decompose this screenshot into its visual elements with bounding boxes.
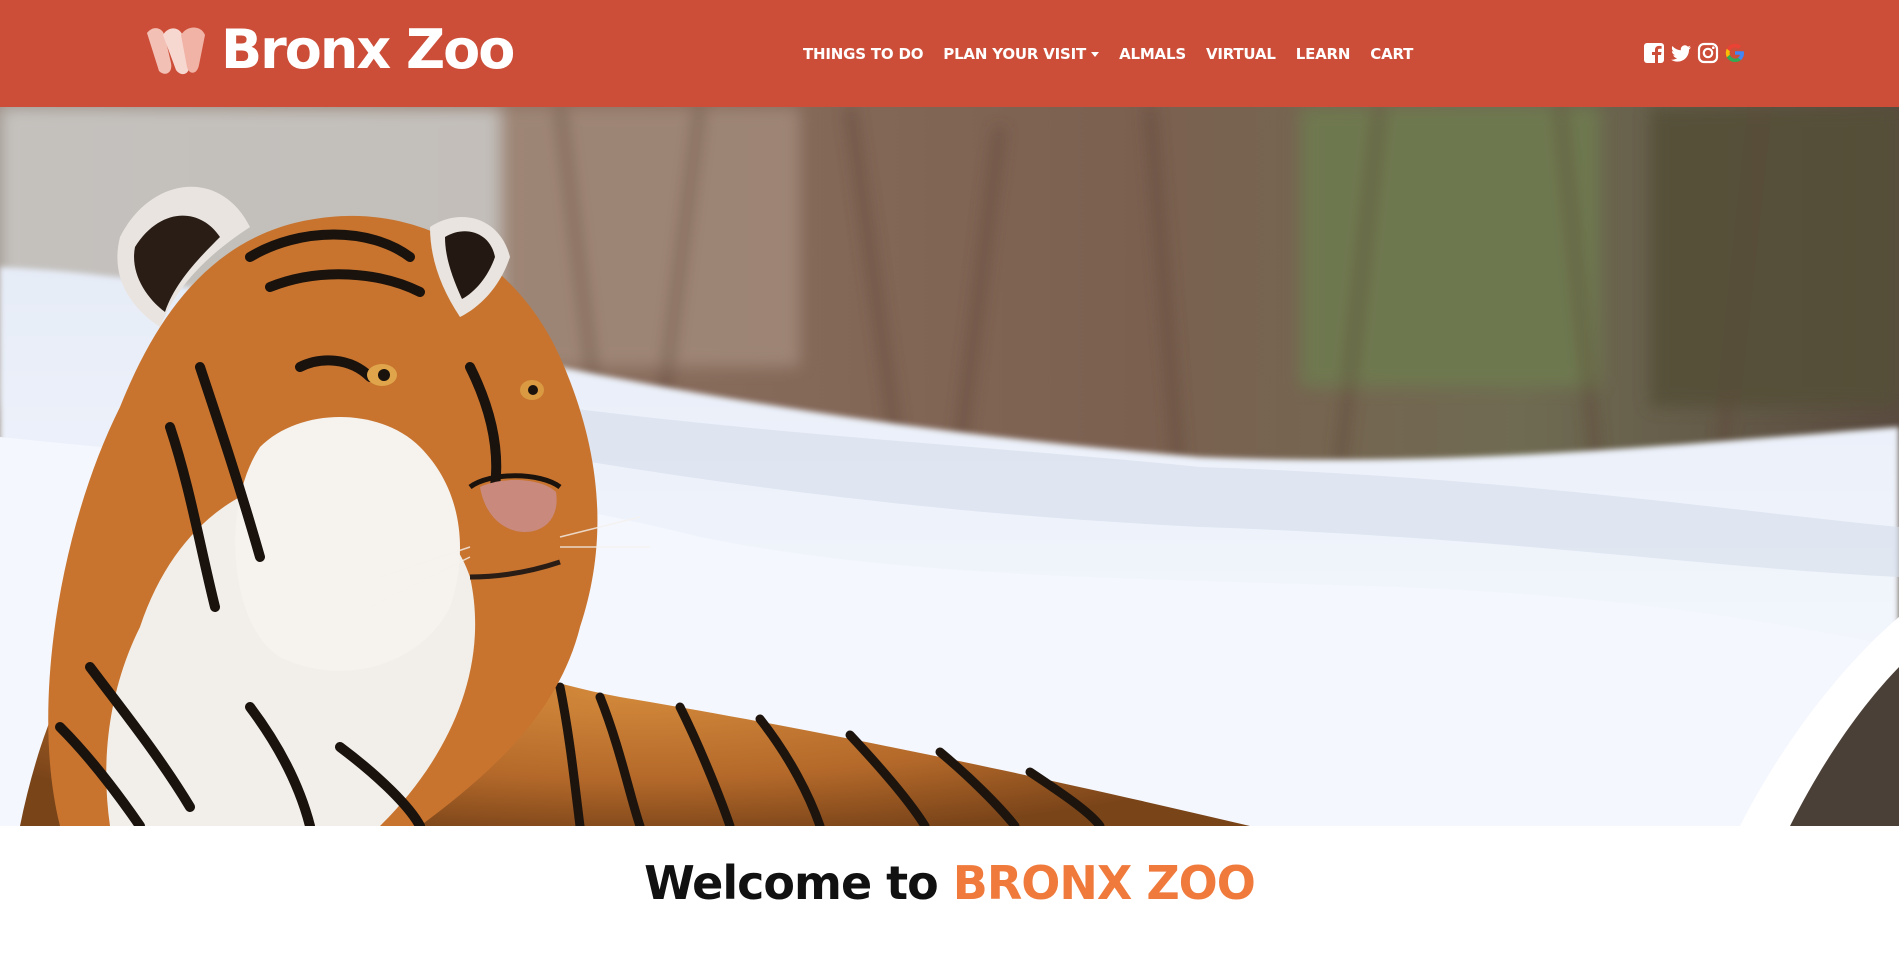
twitter-icon[interactable] — [1670, 42, 1692, 64]
nav-label: CART — [1370, 45, 1414, 63]
logo[interactable]: Bronx Zoo — [143, 18, 515, 81]
logo-mark-icon — [147, 27, 205, 75]
nav-label: THINGS TO DO — [803, 45, 924, 63]
site-header: Bronx Zoo THINGS TO DO PLAN YOUR VISIT A… — [0, 0, 1899, 107]
nav-label: LEARN — [1295, 45, 1351, 63]
social-links — [1643, 42, 1746, 64]
logo-text: Bronx Zoo — [221, 18, 515, 81]
nav-animals[interactable]: ALMALS — [1119, 45, 1186, 63]
tiger-in-snow-photo — [0, 107, 1899, 826]
hero-image — [0, 107, 1899, 826]
nav-label: VIRTUAL — [1205, 45, 1276, 63]
google-icon[interactable] — [1724, 42, 1746, 64]
main-nav: THINGS TO DO PLAN YOUR VISIT ALMALS VIRT… — [803, 44, 1413, 64]
welcome-highlight: BRONX ZOO — [952, 856, 1256, 910]
welcome-heading: Welcome to BRONX ZOO — [0, 856, 1899, 910]
instagram-icon[interactable] — [1697, 42, 1719, 64]
nav-things-to-do[interactable]: THINGS TO DO — [803, 45, 923, 63]
nav-plan-your-visit[interactable]: PLAN YOUR VISIT — [943, 45, 1100, 63]
welcome-prefix: Welcome to — [644, 856, 939, 910]
nav-virtual[interactable]: VIRTUAL — [1206, 45, 1276, 63]
facebook-icon[interactable] — [1643, 42, 1665, 64]
nav-label: PLAN YOUR VISIT — [943, 45, 1087, 63]
nav-label: ALMALS — [1119, 45, 1186, 63]
nav-cart[interactable]: CART — [1370, 45, 1413, 63]
nav-learn[interactable]: LEARN — [1296, 45, 1351, 63]
caret-down-icon — [1091, 51, 1100, 57]
